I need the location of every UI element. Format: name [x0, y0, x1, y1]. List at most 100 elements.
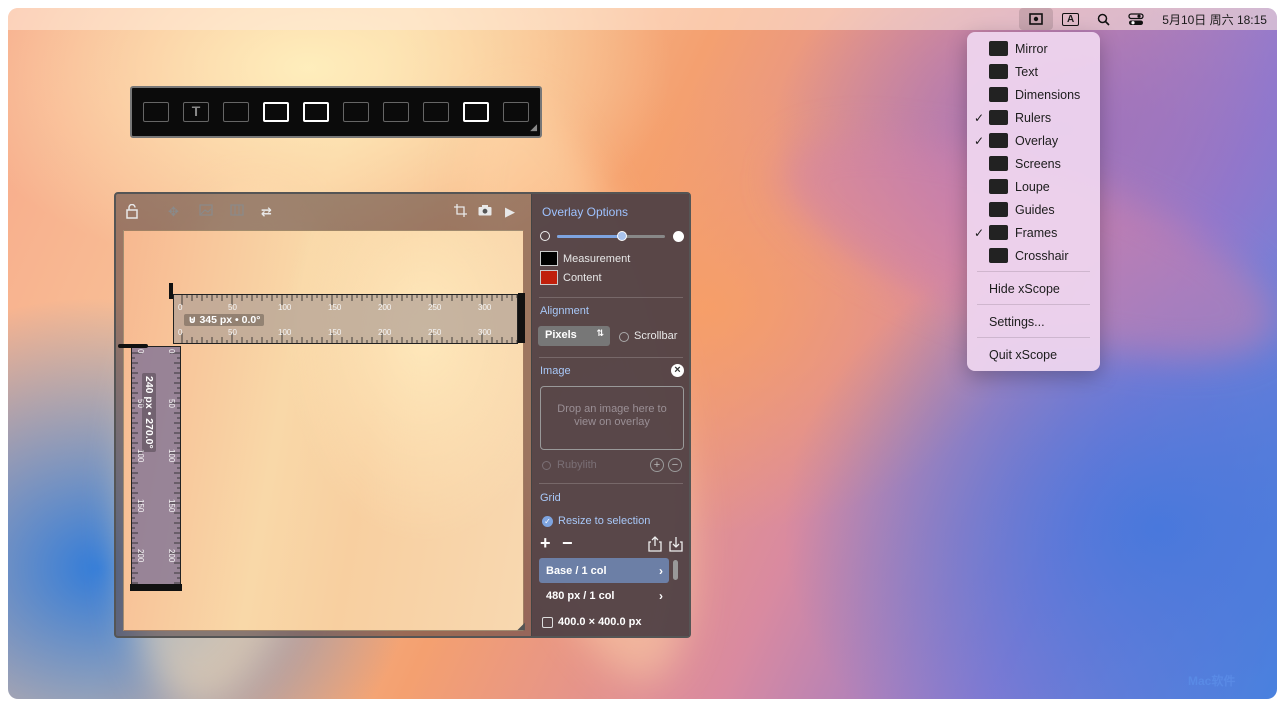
horizontal-ruler-tick-label: 0	[178, 328, 183, 337]
divider	[539, 483, 683, 484]
overlay-options-panel: Overlay Options Measurement Content Alig…	[531, 194, 689, 636]
resize-checkbox[interactable]: ✓	[542, 516, 553, 527]
resize-grip-icon[interactable]: ◢	[530, 122, 537, 133]
camera-icon[interactable]	[478, 204, 492, 219]
menu-tool-list: Mirror Text Dimensions ✓ Rulers ✓ Overlay Scree…	[967, 37, 1100, 267]
horizontal-ruler-tick-label: 250	[428, 303, 442, 312]
menu-item-label: Mirror	[1015, 41, 1048, 56]
chevron-updown-icon: ⇅	[596, 328, 604, 338]
menu-item-quit[interactable]: Quit xScope	[967, 343, 1100, 366]
control-center-item[interactable]	[1119, 8, 1153, 30]
grid-list-scrollbar[interactable]	[673, 560, 678, 580]
horizontal-ruler-tick-label: 0	[178, 303, 183, 312]
horizontal-ruler-end-handle[interactable]	[518, 293, 525, 343]
palette-text-button[interactable]: T	[180, 100, 212, 124]
input-source-item[interactable]: A	[1053, 8, 1088, 30]
menu-item-dimensions[interactable]: Dimensions	[967, 83, 1100, 106]
menu-item-frames[interactable]: ✓ Frames	[967, 221, 1100, 244]
grid-list-item[interactable]: Base / 1 col ›	[539, 558, 669, 583]
opacity-slider-knob[interactable]	[616, 231, 627, 241]
rubylith-label: Rubylith	[557, 459, 597, 471]
grid-label: Grid	[540, 492, 561, 504]
overlay-window: ✥ ⇄ ▶ ◢ Overlay Options Measurement Cont…	[114, 192, 691, 638]
clear-image-icon[interactable]: ×	[671, 364, 684, 377]
mirror-icon	[989, 41, 1008, 56]
vertical-ruler[interactable]: 0 50 100 150 200 0 50 100 150 200 240 px • 270.0…	[118, 344, 182, 591]
share-icon[interactable]	[648, 536, 662, 555]
vertical-ruler-end-handle[interactable]	[130, 584, 182, 591]
menu-bar: A 5月10日 周六 18:15	[8, 8, 1277, 30]
overlay-icon	[303, 102, 329, 122]
palette-screens-button[interactable]	[340, 100, 372, 124]
opacity-slider[interactable]	[557, 231, 665, 241]
measurement-color-swatch[interactable]	[540, 251, 558, 266]
add-grid-icon[interactable]: +	[540, 533, 551, 554]
move-icon[interactable]: ✥	[168, 204, 179, 220]
xscope-menu: Mirror Text Dimensions ✓ Rulers ✓ Overlay Scree…	[967, 32, 1100, 371]
control-center-icon	[1128, 12, 1144, 25]
screens-icon	[343, 102, 369, 122]
menu-item-settings[interactable]: Settings...	[967, 310, 1100, 333]
horizontal-ruler-tick-label: 300	[478, 303, 492, 312]
columns-icon[interactable]	[230, 204, 244, 219]
grid-list-item[interactable]: 480 px / 1 col ›	[539, 583, 669, 608]
size-readout: 400.0 × 400.0 px	[558, 616, 642, 628]
horizontal-ruler-tick-label: 250	[428, 328, 442, 337]
swap-icon[interactable]: ⇄	[261, 204, 272, 220]
magnet-icon: ⊍	[188, 314, 200, 326]
crop-icon[interactable]	[454, 204, 467, 220]
vertical-ruler-start-handle[interactable]	[118, 344, 148, 348]
content-color-swatch[interactable]	[540, 270, 558, 285]
rulers-icon	[263, 102, 289, 122]
overlay-icon	[989, 133, 1008, 148]
menu-item-rulers[interactable]: ✓ Rulers	[967, 106, 1100, 129]
image-drop-zone[interactable]: Drop an image here to view on overlay	[540, 386, 684, 450]
import-icon[interactable]	[669, 536, 683, 555]
palette-frames-button[interactable]	[460, 100, 492, 124]
horizontal-ruler-tick-label: 300	[478, 328, 492, 337]
divider	[539, 297, 683, 298]
palette-overlay-button[interactable]	[300, 100, 332, 124]
grid-list-item-label: 480 px / 1 col	[546, 589, 615, 602]
lock-icon[interactable]	[126, 203, 138, 222]
overlay-canvas[interactable]: ◢	[123, 230, 525, 632]
palette-rulers-button[interactable]	[260, 100, 292, 124]
add-image-icon[interactable]: +	[650, 458, 664, 472]
remove-image-icon[interactable]: −	[668, 458, 682, 472]
rubylith-radio[interactable]	[542, 461, 551, 470]
alignment-select[interactable]: Pixels ⇅	[538, 326, 610, 346]
menu-separator	[977, 337, 1090, 338]
image-icon[interactable]	[199, 204, 213, 219]
menu-item-text[interactable]: Text	[967, 60, 1100, 83]
vertical-ruler-tick-label: 150	[167, 499, 176, 513]
menu-item-hide[interactable]: Hide xScope	[967, 277, 1100, 300]
scrollbar-radio[interactable]	[619, 332, 629, 342]
horizontal-ruler-start-handle[interactable]	[169, 283, 173, 299]
resize-grip-icon[interactable]: ◢	[517, 621, 525, 632]
menu-item-loupe[interactable]: Loupe	[967, 175, 1100, 198]
opacity-min-icon	[540, 231, 550, 241]
menu-item-screens[interactable]: Screens	[967, 152, 1100, 175]
size-checkbox[interactable]	[542, 617, 553, 628]
horizontal-ruler-tick-label: 100	[278, 328, 292, 337]
palette-tool-list: T	[140, 100, 540, 124]
spotlight-item[interactable]	[1088, 8, 1119, 30]
xscope-status-item[interactable]	[1019, 8, 1054, 30]
image-drop-hint: Drop an image here to view on overlay	[557, 403, 667, 429]
palette-loupe-button[interactable]	[380, 100, 412, 124]
crosshair-icon	[989, 248, 1008, 263]
palette-glyph: T	[191, 103, 201, 119]
remove-grid-icon[interactable]: −	[562, 533, 573, 554]
menubar-clock[interactable]: 5月10日 周六 18:15	[1153, 8, 1277, 30]
horizontal-ruler[interactable]: 0 50 100 150 200 250 300 0 50 100 150 200 250 300 ⊍ …	[169, 283, 525, 344]
menu-item-guides[interactable]: Guides	[967, 198, 1100, 221]
palette-dimensions-button[interactable]	[220, 100, 252, 124]
play-icon[interactable]: ▶	[505, 204, 515, 220]
menu-item-mirror[interactable]: Mirror	[967, 37, 1100, 60]
palette-mirror-button[interactable]	[140, 100, 172, 124]
menu-item-overlay[interactable]: ✓ Overlay	[967, 129, 1100, 152]
menu-item-crosshair[interactable]: Crosshair	[967, 244, 1100, 267]
palette-guides-button[interactable]	[420, 100, 452, 124]
frames-icon	[989, 225, 1008, 240]
palette-crosshair-button[interactable]	[500, 100, 532, 124]
